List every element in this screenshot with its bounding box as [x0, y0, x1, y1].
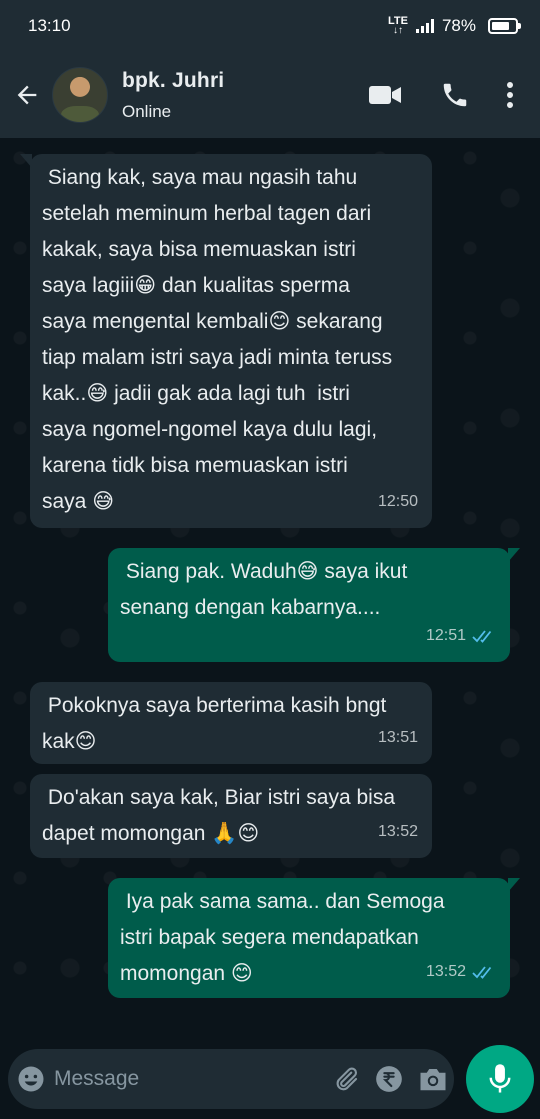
emoji-icon — [18, 1066, 44, 1092]
message-meta: 12:51 — [426, 618, 496, 654]
video-call-icon — [369, 86, 401, 104]
video-call-button[interactable] — [350, 65, 420, 125]
arrow-left-icon — [17, 85, 37, 105]
contact-status: Online — [122, 101, 172, 121]
message-incoming[interactable]: Siang kak, saya mau ngasih tahu setelah … — [20, 154, 432, 528]
camera-icon — [420, 1069, 445, 1091]
rupee-icon — [376, 1066, 403, 1092]
message-outgoing[interactable]: Iya pak sama sama.. dan Semoga istri bap… — [108, 878, 520, 998]
attach-button[interactable] — [325, 1049, 368, 1109]
message-incoming[interactable]: Do'akan saya kak, Biar istri saya bisa d… — [30, 774, 432, 858]
battery-icon — [488, 18, 521, 34]
signal-icon — [415, 19, 434, 33]
message-meta: 13:52 — [378, 814, 418, 850]
message-text: Pokoknya saya berterima kasih bngt kak😊 — [42, 694, 387, 753]
message-time: 13:52 — [425, 963, 466, 980]
message-time: 12:51 — [425, 627, 466, 644]
message-time: 13:51 — [377, 729, 418, 746]
message-text: Do'akan saya kak, Biar istri saya bisa d… — [42, 786, 395, 845]
read-receipt-icon — [472, 630, 492, 643]
message-outgoing[interactable]: Siang pak. Waduh😅 saya ikut senang denga… — [108, 548, 520, 662]
battery-fill — [492, 22, 509, 30]
header-actions — [350, 65, 530, 125]
payment-button[interactable] — [368, 1049, 411, 1109]
paperclip-icon — [337, 1067, 358, 1091]
microphone-icon — [489, 1064, 511, 1093]
message-text: Siang pak. Waduh😅 saya ikut senang denga… — [120, 560, 408, 619]
message-meta: 13:52 — [426, 954, 496, 990]
more-vertical-icon — [507, 82, 513, 108]
message-time: 13:52 — [377, 823, 418, 840]
battery-percent: 78% — [441, 16, 476, 35]
avatar[interactable] — [52, 67, 108, 123]
camera-button[interactable] — [411, 1049, 454, 1109]
read-receipt-icon — [472, 966, 492, 979]
message-text: Siang kak, saya mau ngasih tahu setelah … — [42, 166, 393, 513]
contact-info[interactable]: bpk. Juhri Online — [122, 69, 350, 122]
voice-record-button[interactable] — [466, 1045, 534, 1113]
more-options-button[interactable] — [490, 65, 530, 125]
contact-name: bpk. Juhri — [122, 68, 225, 92]
status-bar: 13:10 LTE ↓↑ 78% — [0, 0, 540, 52]
data-arrows-icon: ↓↑ — [392, 25, 403, 36]
message-input[interactable] — [53, 1067, 325, 1091]
back-button[interactable] — [2, 52, 52, 138]
status-icons: LTE ↓↑ 78% — [388, 16, 521, 36]
chat-header: bpk. Juhri Online — [0, 52, 540, 138]
phone-icon — [443, 83, 467, 107]
message-meta: 12:50 — [378, 484, 418, 520]
message-incoming[interactable]: Pokoknya saya berterima kasih bngt kak😊 … — [30, 682, 432, 764]
chat-area[interactable]: Siang kak, saya mau ngasih tahu setelah … — [0, 138, 540, 1049]
lte-icon: LTE ↓↑ — [388, 16, 408, 36]
status-time: 13:10 — [28, 16, 71, 35]
emoji-button[interactable] — [8, 1049, 54, 1109]
message-composer — [8, 1049, 454, 1109]
input-bar — [0, 1045, 540, 1119]
message-time: 12:50 — [377, 493, 418, 510]
voice-call-button[interactable] — [420, 65, 490, 125]
message-meta: 13:51 — [378, 720, 418, 756]
